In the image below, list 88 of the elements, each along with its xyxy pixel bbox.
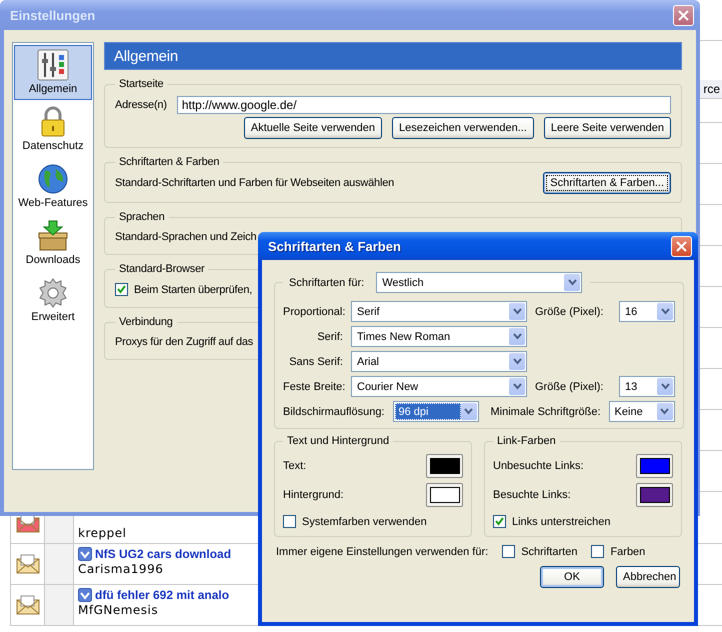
close-button[interactable] <box>671 236 692 256</box>
dropdown[interactable]: 96 dpi <box>392 401 478 422</box>
gear-icon <box>37 277 69 309</box>
globe-icon <box>37 163 69 195</box>
sidebar-item[interactable]: Web-Features <box>14 159 92 214</box>
group-title: Schriftarten & Farben <box>118 156 220 168</box>
checkbox[interactable] <box>493 515 506 528</box>
field-label: Größe (Pixel): <box>535 306 604 318</box>
dropdown[interactable]: Times New Roman <box>351 326 527 347</box>
checkbox[interactable] <box>502 545 516 558</box>
field-label: Adresse(n) <box>115 99 167 111</box>
field-label: Sans Serif: <box>288 356 343 368</box>
chevron-down-icon <box>660 308 670 315</box>
window-title: Einstellungen <box>10 8 96 22</box>
checkbox-label: Systemfarben verwenden <box>302 516 427 528</box>
panel-header: Allgemein <box>104 42 682 70</box>
sidebar-item[interactable]: Erweitert <box>14 273 92 328</box>
field-label: Besuchte Links: <box>493 489 571 501</box>
color-picker-button[interactable] <box>636 483 673 507</box>
checkbox[interactable] <box>591 545 604 558</box>
checkbox[interactable] <box>283 515 296 528</box>
dropdown[interactable]: Serif <box>351 301 527 322</box>
push-button[interactable]: Schriftarten & Farben... <box>543 172 671 194</box>
window-title: Schriftarten & Farben <box>268 238 401 254</box>
chevron-down-icon <box>512 358 522 365</box>
field-label: Schriftarten für: <box>289 276 364 288</box>
checkbox-label: Farben <box>610 546 646 558</box>
topic-link[interactable]: dfü fehler 692 mit analo <box>95 588 230 602</box>
field-label: Hintergrund: <box>283 489 344 501</box>
group-title: Text und Hintergrund <box>286 435 390 447</box>
description-text: Proxys für den Zugriff auf das <box>115 336 254 348</box>
close-icon <box>676 240 687 252</box>
author-name: Carisma1996 <box>78 562 164 576</box>
dropdown[interactable]: Westlich <box>376 272 582 293</box>
chevron-down-icon <box>660 383 670 390</box>
push-button[interactable]: Aktuelle Seite verwenden <box>244 117 382 139</box>
color-picker-button[interactable] <box>426 454 463 478</box>
push-button[interactable]: OK <box>540 566 604 588</box>
column-header: rce <box>699 80 722 99</box>
group-title: Link-Farben <box>496 435 557 447</box>
color-picker-button[interactable] <box>426 483 463 507</box>
group-title: Sprachen <box>118 211 166 223</box>
color-picker-button[interactable] <box>636 454 673 478</box>
author-name: MfGNemesis <box>78 603 158 617</box>
address-field[interactable]: http://www.google.de/ <box>176 96 671 114</box>
sliders-icon <box>37 49 69 81</box>
dropdown[interactable]: Keine <box>608 401 675 422</box>
topic-link[interactable]: NfS UG2 cars download <box>95 547 232 561</box>
field-label: Minimale Schriftgröße: <box>490 406 601 418</box>
group-title: Startseite <box>118 78 164 90</box>
checkbox-label: Schriftarten <box>521 546 578 558</box>
chevron-down-icon <box>512 383 522 390</box>
push-button[interactable]: Abbrechen <box>616 566 680 588</box>
field-label: Größe (Pixel): <box>535 380 604 392</box>
field-label: Immer eigene Einstellungen verwenden für: <box>276 546 488 558</box>
dropdown[interactable]: 16 <box>619 301 675 322</box>
chevron-down-icon <box>512 308 522 315</box>
description-text: Standard-Sprachen und Zeich <box>115 231 256 243</box>
field-label: Feste Breite: <box>283 380 343 392</box>
dropdown[interactable]: 13 <box>619 376 675 397</box>
close-icon <box>678 10 689 20</box>
push-button[interactable]: Lesezeichen verwenden... <box>392 117 534 139</box>
checkbox-label: Links unterstreichen <box>512 516 610 528</box>
group-title: Verbindung <box>118 316 174 328</box>
dropdown[interactable]: Arial <box>351 351 527 372</box>
field-label: Serif: <box>316 330 343 342</box>
box-arrow-icon <box>37 220 69 252</box>
sidebar-item[interactable]: Allgemein <box>14 45 92 100</box>
chevron-down-icon <box>512 333 522 340</box>
chevron-down-icon <box>464 408 473 415</box>
checkbox-label: Beim Starten überprüfen, <box>134 284 252 296</box>
group-title: Standard-Browser <box>118 263 206 275</box>
checkmark-icon <box>78 588 92 602</box>
checkbox[interactable] <box>115 283 128 296</box>
description-text: Standard-Schriftarten und Farben für Webseiten auswählen <box>115 177 394 189</box>
sidebar-item[interactable]: Datenschutz <box>14 102 92 157</box>
field-label: Bildschirmauflösung: <box>283 406 384 418</box>
field-label: Unbesuchte Links: <box>493 460 584 472</box>
close-button[interactable] <box>673 4 694 26</box>
field-label: Proportional: <box>283 306 343 318</box>
field-label: Text: <box>283 460 306 472</box>
sidebar-item[interactable]: Downloads <box>14 216 92 271</box>
chevron-down-icon <box>568 279 577 286</box>
checkmark-icon <box>78 547 92 561</box>
chevron-down-icon <box>660 408 670 415</box>
author-name: kreppel <box>78 526 126 540</box>
push-button[interactable]: Leere Seite verwenden <box>544 117 671 139</box>
dropdown[interactable]: Courier New <box>351 376 527 397</box>
